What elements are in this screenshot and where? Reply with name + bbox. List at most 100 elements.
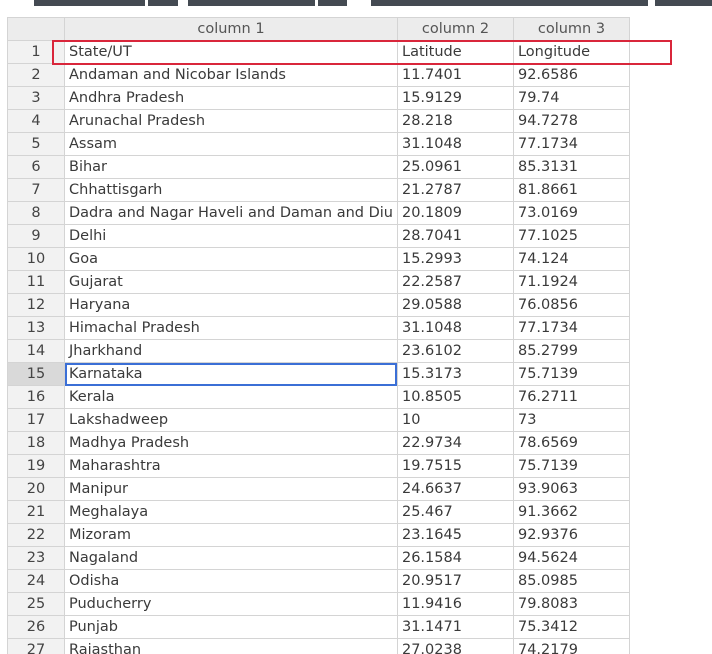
- row-number[interactable]: 15: [7, 362, 65, 386]
- row-number[interactable]: 27: [7, 638, 65, 654]
- toolbar-button-2[interactable]: [148, 0, 178, 6]
- cell-column-3[interactable]: 76.2711: [512, 385, 630, 409]
- row-number[interactable]: 17: [7, 408, 65, 432]
- corner-cell[interactable]: [7, 17, 65, 41]
- column-header-3[interactable]: column 3: [512, 17, 630, 41]
- cell-column-1[interactable]: Madhya Pradesh: [64, 431, 398, 455]
- cell-column-2[interactable]: 11.7401: [396, 63, 514, 87]
- cell-column-1[interactable]: Odisha: [64, 569, 398, 593]
- cell-column-1[interactable]: Manipur: [64, 477, 398, 501]
- cell-column-2[interactable]: 31.1048: [396, 316, 514, 340]
- cell-column-3[interactable]: 71.1924: [512, 270, 630, 294]
- cell-column-1[interactable]: Meghalaya: [64, 500, 398, 524]
- row-number[interactable]: 2: [7, 63, 65, 87]
- row-number[interactable]: 4: [7, 109, 65, 133]
- column-header-1[interactable]: column 1: [64, 17, 398, 41]
- cell-column-3[interactable]: 75.3412: [512, 615, 630, 639]
- cell-column-1[interactable]: Gujarat: [64, 270, 398, 294]
- cell-column-3[interactable]: 75.7139: [512, 362, 630, 386]
- cell-column-3[interactable]: 85.2799: [512, 339, 630, 363]
- cell-column-3[interactable]: 92.9376: [512, 523, 630, 547]
- toolbar-button-5[interactable]: [371, 0, 648, 6]
- cell-column-2[interactable]: 28.218: [396, 109, 514, 133]
- row-number[interactable]: 23: [7, 546, 65, 570]
- cell-column-3[interactable]: 74.124: [512, 247, 630, 271]
- cell-column-1[interactable]: Kerala: [64, 385, 398, 409]
- cell-column-3[interactable]: 74.2179: [512, 638, 630, 654]
- row-number[interactable]: 14: [7, 339, 65, 363]
- cell-column-2[interactable]: 15.3173: [396, 362, 514, 386]
- column-header-2[interactable]: column 2: [396, 17, 514, 41]
- row-number[interactable]: 6: [7, 155, 65, 179]
- cell-column-1[interactable]: Delhi: [64, 224, 398, 248]
- row-number[interactable]: 25: [7, 592, 65, 616]
- cell-column-1[interactable]: Andaman and Nicobar Islands: [64, 63, 398, 87]
- cell-column-3[interactable]: 73: [512, 408, 630, 432]
- cell-column-3[interactable]: 94.7278: [512, 109, 630, 133]
- cell-column-2[interactable]: 10: [396, 408, 514, 432]
- cell-column-1[interactable]: Arunachal Pradesh: [64, 109, 398, 133]
- cell-column-2[interactable]: 11.9416: [396, 592, 514, 616]
- cell-column-3[interactable]: 79.74: [512, 86, 630, 110]
- cell-column-2[interactable]: 22.9734: [396, 431, 514, 455]
- cell-column-1[interactable]: Bihar: [64, 155, 398, 179]
- cell-column-1[interactable]: Haryana: [64, 293, 398, 317]
- cell-column-3[interactable]: 93.9063: [512, 477, 630, 501]
- toolbar-button-1[interactable]: [34, 0, 145, 6]
- row-number[interactable]: 26: [7, 615, 65, 639]
- cell-column-1[interactable]: Goa: [64, 247, 398, 271]
- cell-column-2[interactable]: 31.1471: [396, 615, 514, 639]
- row-number[interactable]: 12: [7, 293, 65, 317]
- toolbar-button-3[interactable]: [188, 0, 315, 6]
- cell-column-1[interactable]: Karnataka: [64, 362, 398, 386]
- row-number[interactable]: 8: [7, 201, 65, 225]
- cell-column-1[interactable]: Nagaland: [64, 546, 398, 570]
- cell-column-2[interactable]: 21.2787: [396, 178, 514, 202]
- cell-column-3[interactable]: 92.6586: [512, 63, 630, 87]
- cell-column-3[interactable]: 85.3131: [512, 155, 630, 179]
- cell-column-2[interactable]: 25.467: [396, 500, 514, 524]
- cell-column-1[interactable]: Himachal Pradesh: [64, 316, 398, 340]
- cell-column-3[interactable]: 79.8083: [512, 592, 630, 616]
- cell-column-2[interactable]: 24.6637: [396, 477, 514, 501]
- cell-column-3[interactable]: 81.8661: [512, 178, 630, 202]
- cell-column-1[interactable]: Andhra Pradesh: [64, 86, 398, 110]
- cell-column-2[interactable]: 15.9129: [396, 86, 514, 110]
- cell-column-2[interactable]: 29.0588: [396, 293, 514, 317]
- row-number[interactable]: 22: [7, 523, 65, 547]
- cell-column-2[interactable]: 19.7515: [396, 454, 514, 478]
- toolbar-button-6[interactable]: [655, 0, 712, 6]
- cell-column-1[interactable]: Dadra and Nagar Haveli and Daman and Diu: [64, 201, 398, 225]
- cell-column-1[interactable]: Punjab: [64, 615, 398, 639]
- cell-column-2[interactable]: 31.1048: [396, 132, 514, 156]
- cell-column-1[interactable]: Maharashtra: [64, 454, 398, 478]
- cell-column-1[interactable]: Mizoram: [64, 523, 398, 547]
- cell-column-2[interactable]: Latitude: [396, 40, 514, 64]
- cell-column-2[interactable]: 25.0961: [396, 155, 514, 179]
- cell-column-3[interactable]: 77.1025: [512, 224, 630, 248]
- row-number[interactable]: 3: [7, 86, 65, 110]
- cell-column-3[interactable]: 76.0856: [512, 293, 630, 317]
- cell-column-1[interactable]: Lakshadweep: [64, 408, 398, 432]
- cell-column-3[interactable]: 77.1734: [512, 132, 630, 156]
- cell-column-2[interactable]: 22.2587: [396, 270, 514, 294]
- cell-column-2[interactable]: 27.0238: [396, 638, 514, 654]
- cell-column-1[interactable]: State/UT: [64, 40, 398, 64]
- cell-column-3[interactable]: 73.0169: [512, 201, 630, 225]
- cell-column-3[interactable]: 78.6569: [512, 431, 630, 455]
- cell-column-1[interactable]: Assam: [64, 132, 398, 156]
- cell-column-1[interactable]: Jharkhand: [64, 339, 398, 363]
- cell-column-3[interactable]: 85.0985: [512, 569, 630, 593]
- cell-column-2[interactable]: 20.1809: [396, 201, 514, 225]
- row-number[interactable]: 24: [7, 569, 65, 593]
- cell-column-2[interactable]: 23.6102: [396, 339, 514, 363]
- toolbar-button-4[interactable]: [318, 0, 347, 6]
- row-number[interactable]: 21: [7, 500, 65, 524]
- cell-column-1[interactable]: Puducherry: [64, 592, 398, 616]
- cell-column-2[interactable]: 23.1645: [396, 523, 514, 547]
- row-number[interactable]: 16: [7, 385, 65, 409]
- cell-column-3[interactable]: 75.7139: [512, 454, 630, 478]
- cell-column-2[interactable]: 28.7041: [396, 224, 514, 248]
- cell-column-3[interactable]: Longitude: [512, 40, 630, 64]
- row-number[interactable]: 10: [7, 247, 65, 271]
